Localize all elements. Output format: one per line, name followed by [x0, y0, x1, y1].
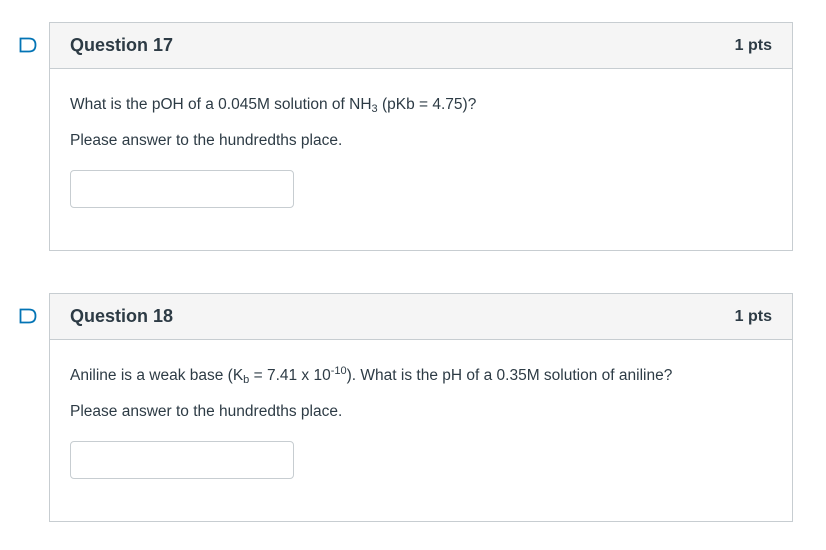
question-instruction: Please answer to the hundredths place. [70, 132, 343, 149]
question-prompt: What is the pOH of a 0.045M solution of … [70, 95, 772, 115]
prompt-superscript: -10 [330, 365, 347, 377]
question-points: 1 pts [734, 36, 772, 54]
answer-input[interactable] [70, 170, 294, 208]
question-title: Question 17 [70, 35, 174, 55]
question-prompt: Aniline is a weak base (Kb = 7.41 x 10-1… [70, 366, 772, 386]
prompt-text: What is the pOH of a 0.045M solution of … [70, 96, 372, 113]
prompt-text-end: (pKb = 4.75)? [377, 96, 477, 113]
question-instruction: Please answer to the hundredths place. [70, 403, 343, 420]
answer-input[interactable] [70, 441, 294, 479]
bookmark-flag-icon[interactable] [19, 308, 37, 324]
question-header: Question 17 1 pts [50, 23, 792, 69]
question-points: 1 pts [734, 307, 772, 325]
prompt-text-mid: = 7.41 x 10 [249, 367, 331, 384]
prompt-text: Aniline is a weak base (K [70, 367, 244, 384]
question-body: Aniline is a weak base (Kb = 7.41 x 10-1… [50, 340, 792, 479]
question-body: What is the pOH of a 0.045M solution of … [50, 69, 792, 208]
question-17-card: Question 17 1 pts What is the pOH of a 0… [19, 22, 793, 251]
question-18-card: Question 18 1 pts Aniline is a weak base… [19, 293, 793, 522]
bookmark-flag-icon[interactable] [19, 37, 37, 53]
question-title: Question 18 [70, 306, 174, 326]
prompt-text-end: ). What is the pH of a 0.35M solution of… [346, 367, 673, 384]
question-header: Question 18 1 pts [50, 294, 792, 340]
